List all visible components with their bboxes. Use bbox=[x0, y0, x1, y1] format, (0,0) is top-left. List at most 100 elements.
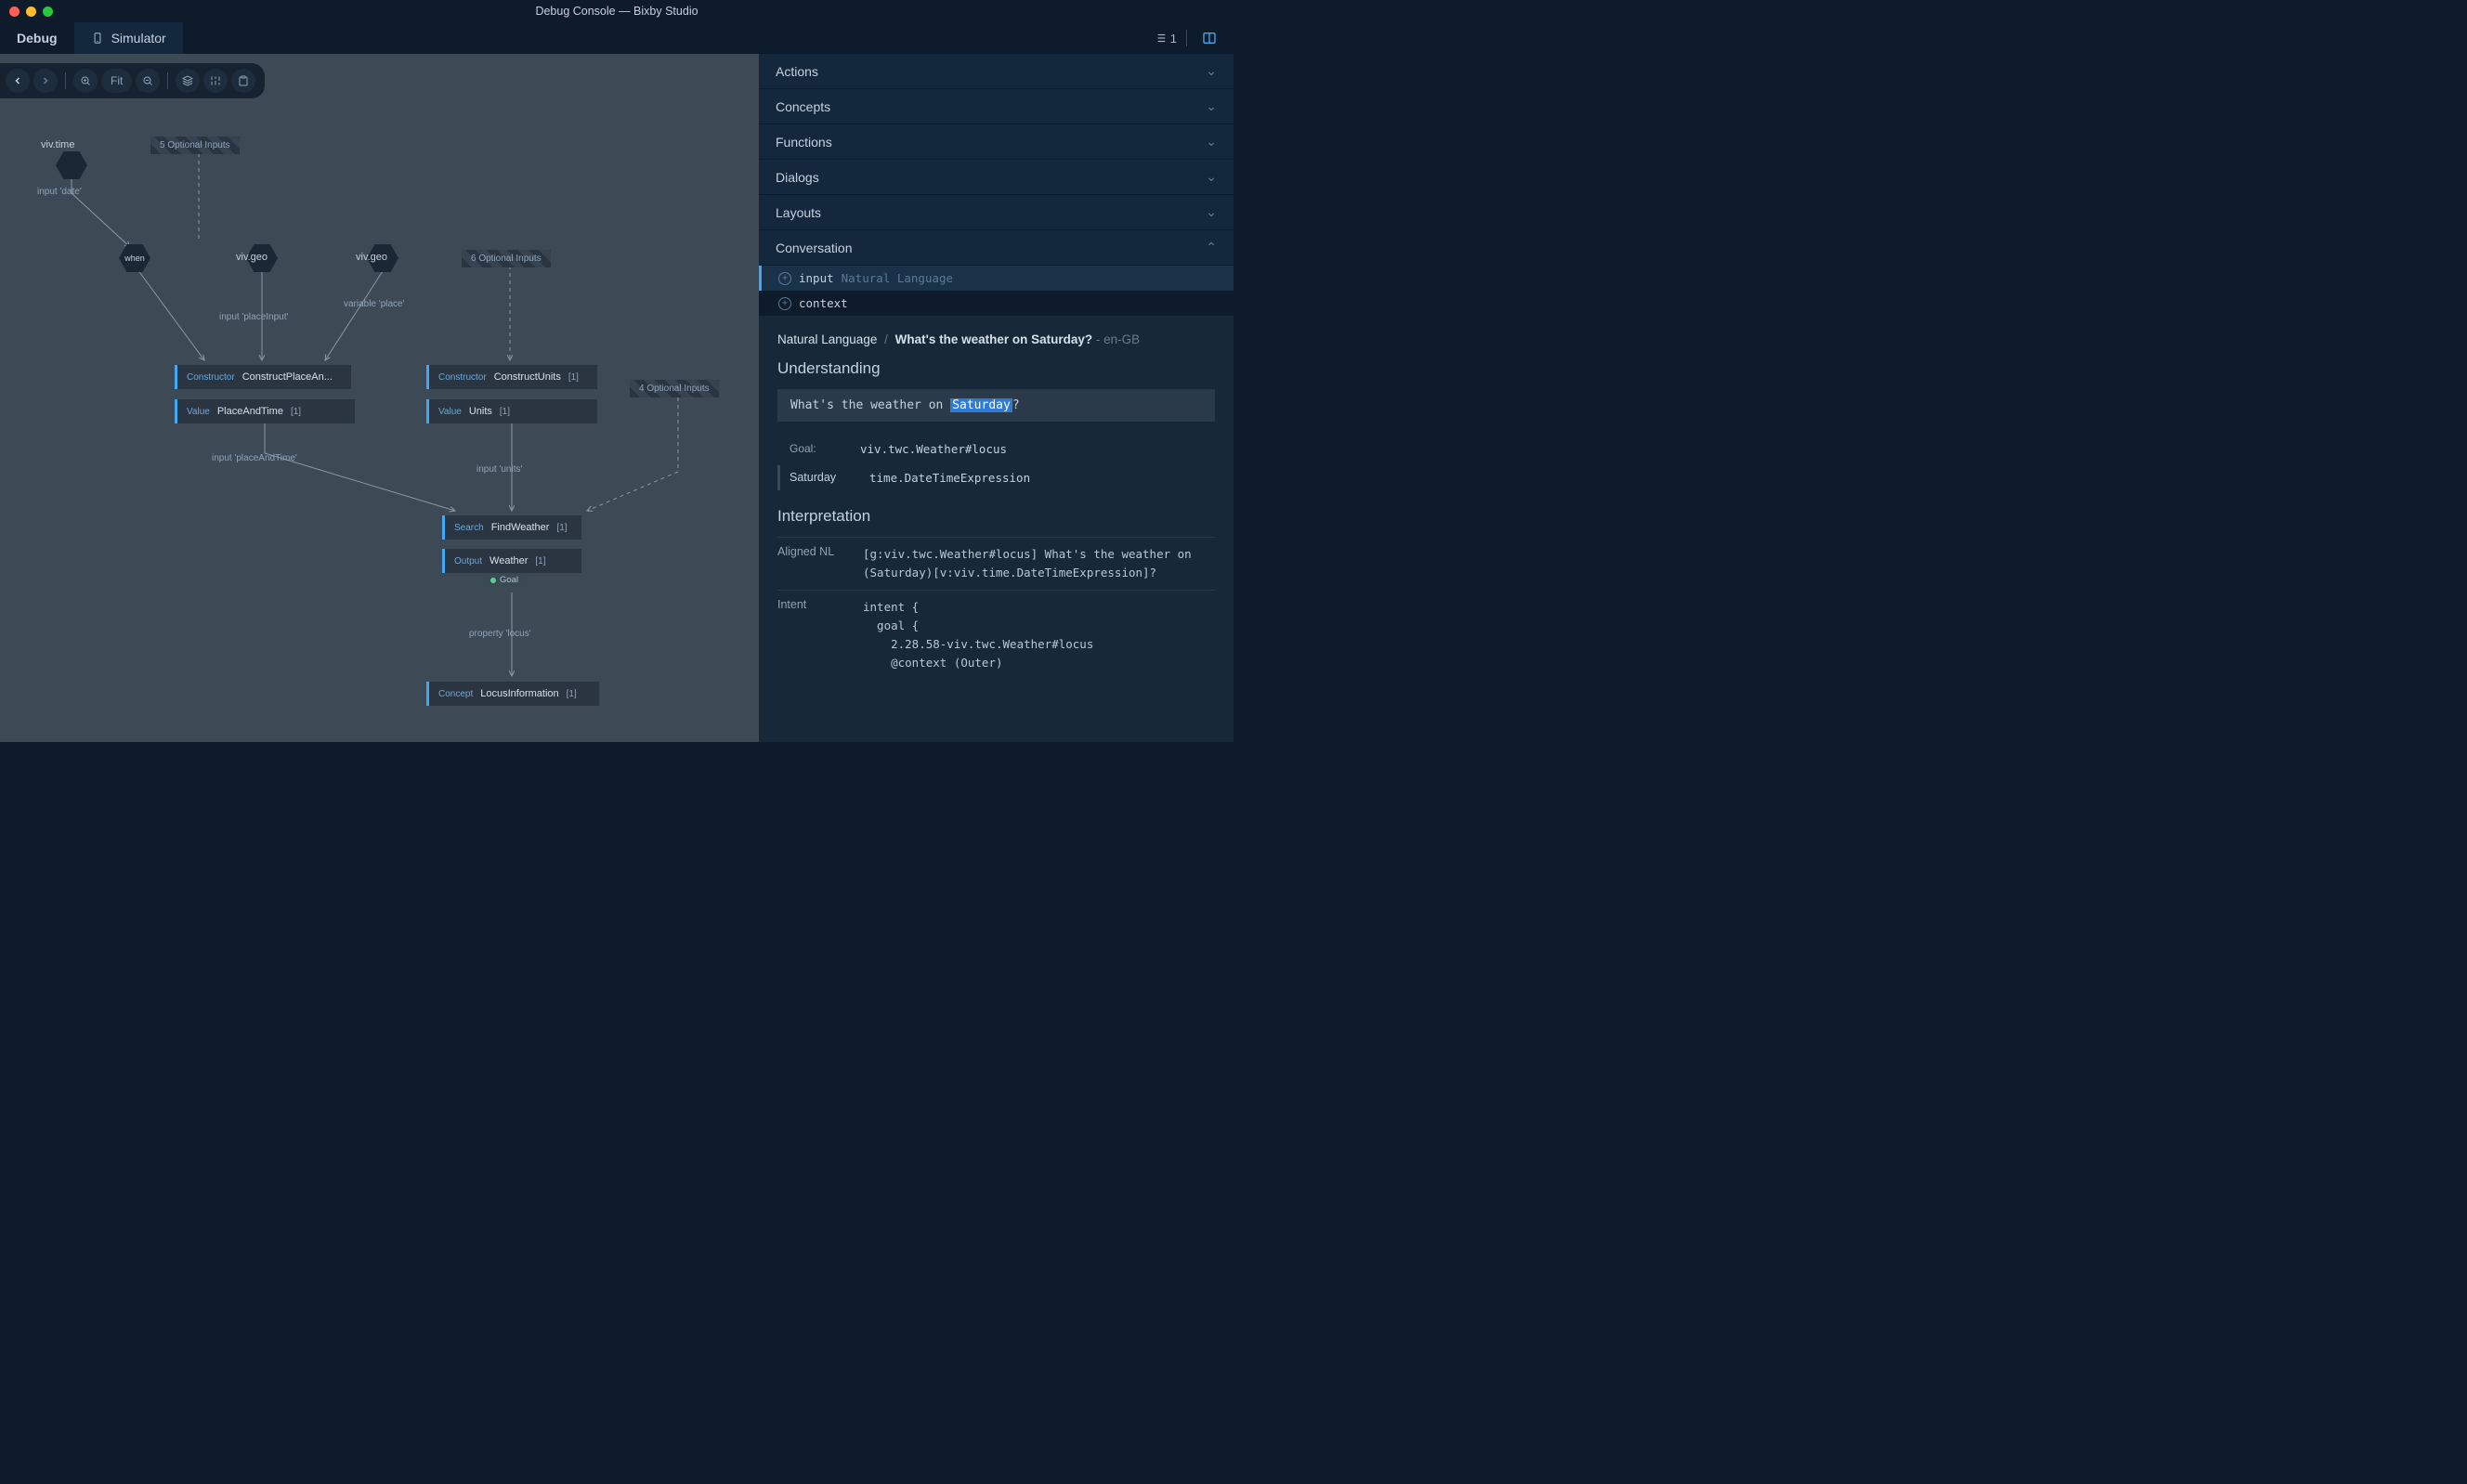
chevron-down-icon: ⌄ bbox=[1206, 204, 1217, 220]
panel-icon bbox=[1202, 31, 1217, 46]
edge-label: input 'date' bbox=[37, 187, 82, 197]
tab-simulator[interactable]: Simulator bbox=[74, 22, 183, 54]
accordion: Actions ⌄ Concepts ⌄ Functions ⌄ Dialogs… bbox=[759, 54, 1234, 316]
goal-dot-icon bbox=[490, 578, 496, 583]
device-icon bbox=[91, 32, 104, 45]
tabs-bar: Debug Simulator 1 bbox=[0, 22, 1234, 54]
accordion-label: Conversation bbox=[776, 241, 853, 255]
aligned-nl-key: Aligned NL bbox=[777, 545, 852, 582]
tag-key: Saturday bbox=[790, 471, 855, 485]
plus-circle-icon: + bbox=[778, 272, 791, 285]
right-panel: Actions ⌄ Concepts ⌄ Functions ⌄ Dialogs… bbox=[759, 54, 1234, 742]
accordion-item-functions[interactable]: Functions ⌄ bbox=[759, 124, 1234, 160]
node-label: Weather bbox=[489, 555, 528, 566]
node-label: LocusInformation bbox=[480, 688, 558, 699]
hex-label: viv.time bbox=[41, 139, 74, 150]
conv-key: input bbox=[799, 271, 834, 285]
graph-edges bbox=[0, 54, 759, 742]
node-count: [1] bbox=[535, 556, 545, 566]
zoom-out-button[interactable] bbox=[136, 69, 160, 93]
node-type: Concept bbox=[438, 689, 473, 699]
breadcrumb-root: Natural Language bbox=[777, 332, 877, 346]
titlebar: Debug Console — Bixby Studio bbox=[0, 0, 1234, 22]
intent-value: intent { goal { 2.28.58-viv.twc.Weather#… bbox=[863, 598, 1093, 672]
zoom-out-icon bbox=[142, 75, 153, 86]
toolbar-separator bbox=[167, 72, 168, 89]
list-icon bbox=[1154, 32, 1167, 45]
edge-label: property 'locus' bbox=[469, 629, 531, 639]
tag-row: Saturday time.DateTimeExpression bbox=[777, 465, 1215, 490]
optional-inputs-badge[interactable]: 4 Optional Inputs bbox=[630, 380, 719, 397]
optional-inputs-badge[interactable]: 6 Optional Inputs bbox=[462, 250, 551, 267]
graph-node[interactable]: Constructor ConstructPlaceAn... bbox=[175, 365, 351, 389]
tab-debug[interactable]: Debug bbox=[0, 22, 74, 54]
optional-inputs-badge[interactable]: 5 Optional Inputs bbox=[150, 137, 240, 154]
list-count-value: 1 bbox=[1170, 32, 1177, 46]
plus-circle-icon: + bbox=[778, 297, 791, 310]
hex-label: viv.geo bbox=[356, 252, 387, 263]
close-window-button[interactable] bbox=[9, 7, 20, 17]
node-label: ConstructPlaceAn... bbox=[242, 371, 333, 383]
layers-icon bbox=[182, 75, 193, 86]
intent-row: Intent intent { goal { 2.28.58-viv.twc.W… bbox=[777, 590, 1215, 680]
accordion-label: Functions bbox=[776, 135, 832, 150]
breadcrumb-locale: - en-GB bbox=[1096, 332, 1140, 346]
node-label: FindWeather bbox=[491, 522, 550, 533]
tab-label: Debug bbox=[17, 31, 58, 46]
graph-node-hex[interactable]: when bbox=[119, 244, 150, 272]
graph-node[interactable]: Value PlaceAndTime [1] bbox=[175, 399, 355, 423]
fit-label: Fit bbox=[111, 74, 123, 87]
tag-value: time.DateTimeExpression bbox=[869, 471, 1030, 485]
layers-button[interactable] bbox=[176, 69, 200, 93]
edge-label: input 'placeAndTime' bbox=[212, 453, 297, 463]
chevron-right-icon bbox=[40, 75, 51, 86]
graph-node[interactable]: Constructor ConstructUnits [1] bbox=[426, 365, 597, 389]
clipboard-button[interactable] bbox=[231, 69, 255, 93]
nav-forward-button[interactable] bbox=[33, 69, 58, 93]
edge-label: variable 'place' bbox=[344, 299, 405, 309]
graph-node[interactable]: Value Units [1] bbox=[426, 399, 597, 423]
maximize-window-button[interactable] bbox=[43, 7, 53, 17]
minimize-window-button[interactable] bbox=[26, 7, 36, 17]
node-label: ConstructUnits bbox=[494, 371, 561, 383]
graph-panel[interactable]: Fit bbox=[0, 54, 759, 742]
node-type: Output bbox=[454, 556, 482, 566]
graph-node[interactable]: Output Weather [1] bbox=[442, 549, 581, 573]
node-count: [1] bbox=[568, 372, 579, 383]
graph-node[interactable]: Concept LocusInformation [1] bbox=[426, 682, 599, 706]
details-panel: Natural Language / What's the weather on… bbox=[759, 316, 1234, 742]
accordion-item-actions[interactable]: Actions ⌄ bbox=[759, 54, 1234, 89]
node-count: [1] bbox=[567, 689, 577, 699]
goal-badge: Goal bbox=[483, 573, 528, 587]
list-count[interactable]: 1 bbox=[1154, 32, 1177, 46]
conversation-input-item[interactable]: + input Natural Language bbox=[759, 266, 1234, 291]
node-type: Constructor bbox=[187, 372, 235, 383]
node-label: Units bbox=[469, 406, 492, 417]
graph-node-hex[interactable] bbox=[56, 151, 87, 179]
graph-toolbar: Fit bbox=[0, 63, 265, 98]
traffic-lights bbox=[0, 7, 53, 17]
fit-button[interactable]: Fit bbox=[101, 69, 132, 93]
tab-label: Simulator bbox=[111, 31, 166, 46]
toolbar-separator bbox=[65, 72, 66, 89]
edge-label: input 'units' bbox=[476, 464, 522, 475]
main: Fit bbox=[0, 54, 1234, 742]
accordion-item-conversation[interactable]: Conversation ⌃ bbox=[759, 230, 1234, 266]
accordion-item-concepts[interactable]: Concepts ⌄ bbox=[759, 89, 1234, 124]
settings-button[interactable] bbox=[203, 69, 228, 93]
zoom-in-button[interactable] bbox=[73, 69, 98, 93]
conversation-context-item[interactable]: + context bbox=[759, 291, 1234, 316]
accordion-label: Actions bbox=[776, 64, 818, 79]
window-title: Debug Console — Bixby Studio bbox=[535, 5, 698, 18]
node-type: Value bbox=[438, 407, 462, 417]
accordion-item-layouts[interactable]: Layouts ⌄ bbox=[759, 195, 1234, 230]
edge-label: input 'placeInput' bbox=[219, 312, 288, 322]
chevron-left-icon bbox=[12, 75, 23, 86]
graph-node[interactable]: Search FindWeather [1] bbox=[442, 515, 581, 540]
tabs: Debug Simulator bbox=[0, 22, 183, 54]
nav-back-button[interactable] bbox=[6, 69, 30, 93]
node-label: PlaceAndTime bbox=[217, 406, 283, 417]
hex-text: when bbox=[124, 254, 145, 263]
accordion-item-dialogs[interactable]: Dialogs ⌄ bbox=[759, 160, 1234, 195]
panel-toggle-button[interactable] bbox=[1196, 25, 1222, 51]
